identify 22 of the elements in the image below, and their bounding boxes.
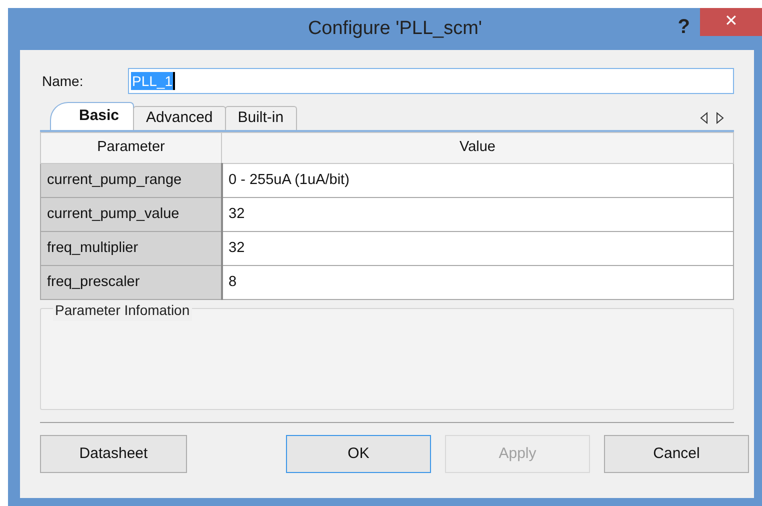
dialog-button[interactable]: Cancel [604,435,749,473]
dialog-button[interactable]: Datasheet [40,435,187,473]
close-button[interactable]: ✕ [700,8,762,36]
parameter-name-cell: current_pump_value [40,198,222,232]
dialog-button[interactable]: OK [286,435,431,473]
parameter-value-cell[interactable]: 32 [222,198,734,232]
parameter-value-cell[interactable]: 0 - 255uA (1uA/bit) [222,164,734,198]
tab[interactable]: Basic [50,102,134,130]
parameter-name-cell: current_pump_range [40,164,222,198]
parameter-value-cell[interactable]: 32 [222,232,734,266]
name-label: Name: [41,72,84,90]
scroll-right-icon[interactable] [716,112,724,124]
scroll-left-icon[interactable] [700,112,708,124]
tab[interactable]: Built-in [224,106,297,130]
column-header: Value [222,132,734,164]
help-button[interactable]: ? [678,12,690,42]
parameter-name-cell: freq_multiplier [40,232,222,266]
parameter-value-cell[interactable]: 8 [222,266,734,300]
window-title: Configure 'PLL_scm' [308,16,482,41]
column-header: Parameter [40,132,222,164]
tab[interactable]: Advanced [133,106,226,130]
parameter-name-cell: freq_prescaler [40,266,222,300]
